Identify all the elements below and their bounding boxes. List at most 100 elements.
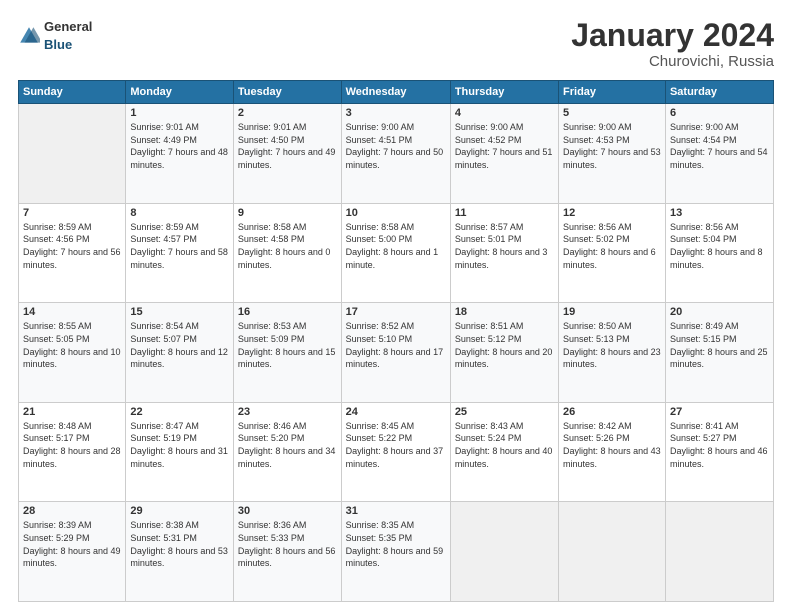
day-info: Sunrise: 8:56 AMSunset: 5:02 PMDaylight:… bbox=[563, 222, 656, 270]
day-num: 29 bbox=[130, 505, 229, 517]
day-info: Sunrise: 8:36 AMSunset: 5:33 PMDaylight:… bbox=[238, 520, 336, 568]
day-info: Sunrise: 8:54 AMSunset: 5:07 PMDaylight:… bbox=[130, 321, 228, 369]
day-num: 25 bbox=[455, 406, 554, 418]
cell-3-1: 14Sunrise: 8:55 AMSunset: 5:05 PMDayligh… bbox=[19, 303, 126, 403]
header: General Blue January 2024 Churovichi, Ru… bbox=[18, 18, 774, 70]
day-info: Sunrise: 8:48 AMSunset: 5:17 PMDaylight:… bbox=[23, 421, 121, 469]
day-info: Sunrise: 8:55 AMSunset: 5:05 PMDaylight:… bbox=[23, 321, 121, 369]
day-info: Sunrise: 9:01 AMSunset: 4:50 PMDaylight:… bbox=[238, 122, 336, 170]
cell-3-6: 19 Sunrise: 8:50 AMSunset: 5:13 PMDayligh… bbox=[559, 303, 666, 403]
day-num: 11 bbox=[455, 207, 554, 219]
cell-3-3: 16 Sunrise: 8:53 AMSunset: 5:09 PMDayligh… bbox=[233, 303, 341, 403]
day-num: 6 bbox=[670, 107, 769, 119]
day-num: 5 bbox=[563, 107, 661, 119]
cell-2-2: 8 Sunrise: 8:59 AMSunset: 4:57 PMDaylight… bbox=[126, 203, 234, 303]
logo-icon bbox=[18, 25, 40, 47]
cell-4-1: 21Sunrise: 8:48 AMSunset: 5:17 PMDayligh… bbox=[19, 402, 126, 502]
cell-3-5: 18 Sunrise: 8:51 AMSunset: 5:12 PMDayligh… bbox=[450, 303, 558, 403]
cell-2-3: 9Sunrise: 8:58 AMSunset: 4:58 PMDaylight… bbox=[233, 203, 341, 303]
col-monday: Monday bbox=[126, 81, 234, 104]
logo-blue: Blue bbox=[44, 37, 72, 52]
cell-5-1: 28 Sunrise: 8:39 AMSunset: 5:29 PMDayligh… bbox=[19, 502, 126, 602]
main-title: January 2024 bbox=[571, 18, 774, 53]
day-info: Sunrise: 8:49 AMSunset: 5:15 PMDaylight:… bbox=[670, 321, 768, 369]
day-num: 12 bbox=[563, 207, 661, 219]
subtitle: Churovichi, Russia bbox=[571, 53, 774, 70]
cell-4-5: 25 Sunrise: 8:43 AMSunset: 5:24 PMDayligh… bbox=[450, 402, 558, 502]
day-info: Sunrise: 8:42 AMSunset: 5:26 PMDaylight:… bbox=[563, 421, 661, 469]
col-wednesday: Wednesday bbox=[341, 81, 450, 104]
day-num: 19 bbox=[563, 306, 661, 318]
day-num: 1 bbox=[130, 107, 229, 119]
day-num: 4 bbox=[455, 107, 554, 119]
cell-1-7: 6 Sunrise: 9:00 AMSunset: 4:54 PMDaylight… bbox=[665, 104, 773, 204]
week-row-4: 21Sunrise: 8:48 AMSunset: 5:17 PMDayligh… bbox=[19, 402, 774, 502]
cell-4-4: 24 Sunrise: 8:45 AMSunset: 5:22 PMDayligh… bbox=[341, 402, 450, 502]
day-num: 8 bbox=[130, 207, 229, 219]
cell-5-7 bbox=[665, 502, 773, 602]
cell-2-5: 11 Sunrise: 8:57 AMSunset: 5:01 PMDayligh… bbox=[450, 203, 558, 303]
day-info: Sunrise: 8:58 AMSunset: 5:00 PMDaylight:… bbox=[346, 222, 439, 270]
cell-4-6: 26 Sunrise: 8:42 AMSunset: 5:26 PMDayligh… bbox=[559, 402, 666, 502]
day-num: 16 bbox=[238, 306, 337, 318]
cell-3-4: 17 Sunrise: 8:52 AMSunset: 5:10 PMDayligh… bbox=[341, 303, 450, 403]
day-info: Sunrise: 8:50 AMSunset: 5:13 PMDaylight:… bbox=[563, 321, 661, 369]
cell-1-1 bbox=[19, 104, 126, 204]
cell-1-3: 2Sunrise: 9:01 AMSunset: 4:50 PMDaylight… bbox=[233, 104, 341, 204]
day-num: 15 bbox=[130, 306, 229, 318]
day-info: Sunrise: 8:51 AMSunset: 5:12 PMDaylight:… bbox=[455, 321, 553, 369]
col-sunday: Sunday bbox=[19, 81, 126, 104]
day-num: 28 bbox=[23, 505, 121, 517]
cell-4-3: 23 Sunrise: 8:46 AMSunset: 5:20 PMDayligh… bbox=[233, 402, 341, 502]
day-num: 23 bbox=[238, 406, 337, 418]
day-info: Sunrise: 8:58 AMSunset: 4:58 PMDaylight:… bbox=[238, 222, 331, 270]
cell-1-5: 4Sunrise: 9:00 AMSunset: 4:52 PMDaylight… bbox=[450, 104, 558, 204]
day-num: 10 bbox=[346, 207, 446, 219]
week-row-5: 28 Sunrise: 8:39 AMSunset: 5:29 PMDayligh… bbox=[19, 502, 774, 602]
day-info: Sunrise: 8:45 AMSunset: 5:22 PMDaylight:… bbox=[346, 421, 444, 469]
day-info: Sunrise: 8:57 AMSunset: 5:01 PMDaylight:… bbox=[455, 222, 548, 270]
day-info: Sunrise: 8:46 AMSunset: 5:20 PMDaylight:… bbox=[238, 421, 336, 469]
cell-4-2: 22 Sunrise: 8:47 AMSunset: 5:19 PMDayligh… bbox=[126, 402, 234, 502]
day-num: 22 bbox=[130, 406, 229, 418]
cell-1-2: 1 Sunrise: 9:01 AMSunset: 4:49 PMDaylight… bbox=[126, 104, 234, 204]
day-info: Sunrise: 8:43 AMSunset: 5:24 PMDaylight:… bbox=[455, 421, 553, 469]
day-info: Sunrise: 8:41 AMSunset: 5:27 PMDaylight:… bbox=[670, 421, 768, 469]
day-info: Sunrise: 9:00 AMSunset: 4:53 PMDaylight:… bbox=[563, 122, 661, 170]
day-num: 20 bbox=[670, 306, 769, 318]
day-num: 18 bbox=[455, 306, 554, 318]
day-info: Sunrise: 8:53 AMSunset: 5:09 PMDaylight:… bbox=[238, 321, 336, 369]
day-info: Sunrise: 9:01 AMSunset: 4:49 PMDaylight:… bbox=[130, 122, 228, 170]
logo: General Blue bbox=[18, 18, 92, 54]
day-info: Sunrise: 9:00 AMSunset: 4:51 PMDaylight:… bbox=[346, 122, 444, 170]
day-info: Sunrise: 8:38 AMSunset: 5:31 PMDaylight:… bbox=[130, 520, 228, 568]
day-num: 26 bbox=[563, 406, 661, 418]
day-info: Sunrise: 8:35 AMSunset: 5:35 PMDaylight:… bbox=[346, 520, 444, 568]
day-info: Sunrise: 8:47 AMSunset: 5:19 PMDaylight:… bbox=[130, 421, 228, 469]
day-info: Sunrise: 9:00 AMSunset: 4:54 PMDaylight:… bbox=[670, 122, 768, 170]
cell-1-4: 3 Sunrise: 9:00 AMSunset: 4:51 PMDaylight… bbox=[341, 104, 450, 204]
day-info: Sunrise: 8:52 AMSunset: 5:10 PMDaylight:… bbox=[346, 321, 444, 369]
cell-3-7: 20 Sunrise: 8:49 AMSunset: 5:15 PMDayligh… bbox=[665, 303, 773, 403]
day-num: 24 bbox=[346, 406, 446, 418]
day-info: Sunrise: 8:59 AMSunset: 4:57 PMDaylight:… bbox=[130, 222, 228, 270]
cell-2-7: 13 Sunrise: 8:56 AMSunset: 5:04 PMDayligh… bbox=[665, 203, 773, 303]
cell-5-3: 30Sunrise: 8:36 AMSunset: 5:33 PMDayligh… bbox=[233, 502, 341, 602]
day-num: 31 bbox=[346, 505, 446, 517]
col-friday: Friday bbox=[559, 81, 666, 104]
cell-2-6: 12 Sunrise: 8:56 AMSunset: 5:02 PMDayligh… bbox=[559, 203, 666, 303]
day-num: 27 bbox=[670, 406, 769, 418]
header-row: Sunday Monday Tuesday Wednesday Thursday… bbox=[19, 81, 774, 104]
cell-5-6 bbox=[559, 502, 666, 602]
logo-general: General bbox=[44, 19, 92, 34]
page: General Blue January 2024 Churovichi, Ru… bbox=[0, 0, 792, 612]
day-num: 17 bbox=[346, 306, 446, 318]
day-info: Sunrise: 8:56 AMSunset: 5:04 PMDaylight:… bbox=[670, 222, 763, 270]
week-row-2: 7Sunrise: 8:59 AMSunset: 4:56 PMDaylight… bbox=[19, 203, 774, 303]
day-num: 3 bbox=[346, 107, 446, 119]
day-info: Sunrise: 8:39 AMSunset: 5:29 PMDaylight:… bbox=[23, 520, 121, 568]
day-info: Sunrise: 8:59 AMSunset: 4:56 PMDaylight:… bbox=[23, 222, 121, 270]
day-num: 13 bbox=[670, 207, 769, 219]
cell-2-1: 7Sunrise: 8:59 AMSunset: 4:56 PMDaylight… bbox=[19, 203, 126, 303]
col-saturday: Saturday bbox=[665, 81, 773, 104]
